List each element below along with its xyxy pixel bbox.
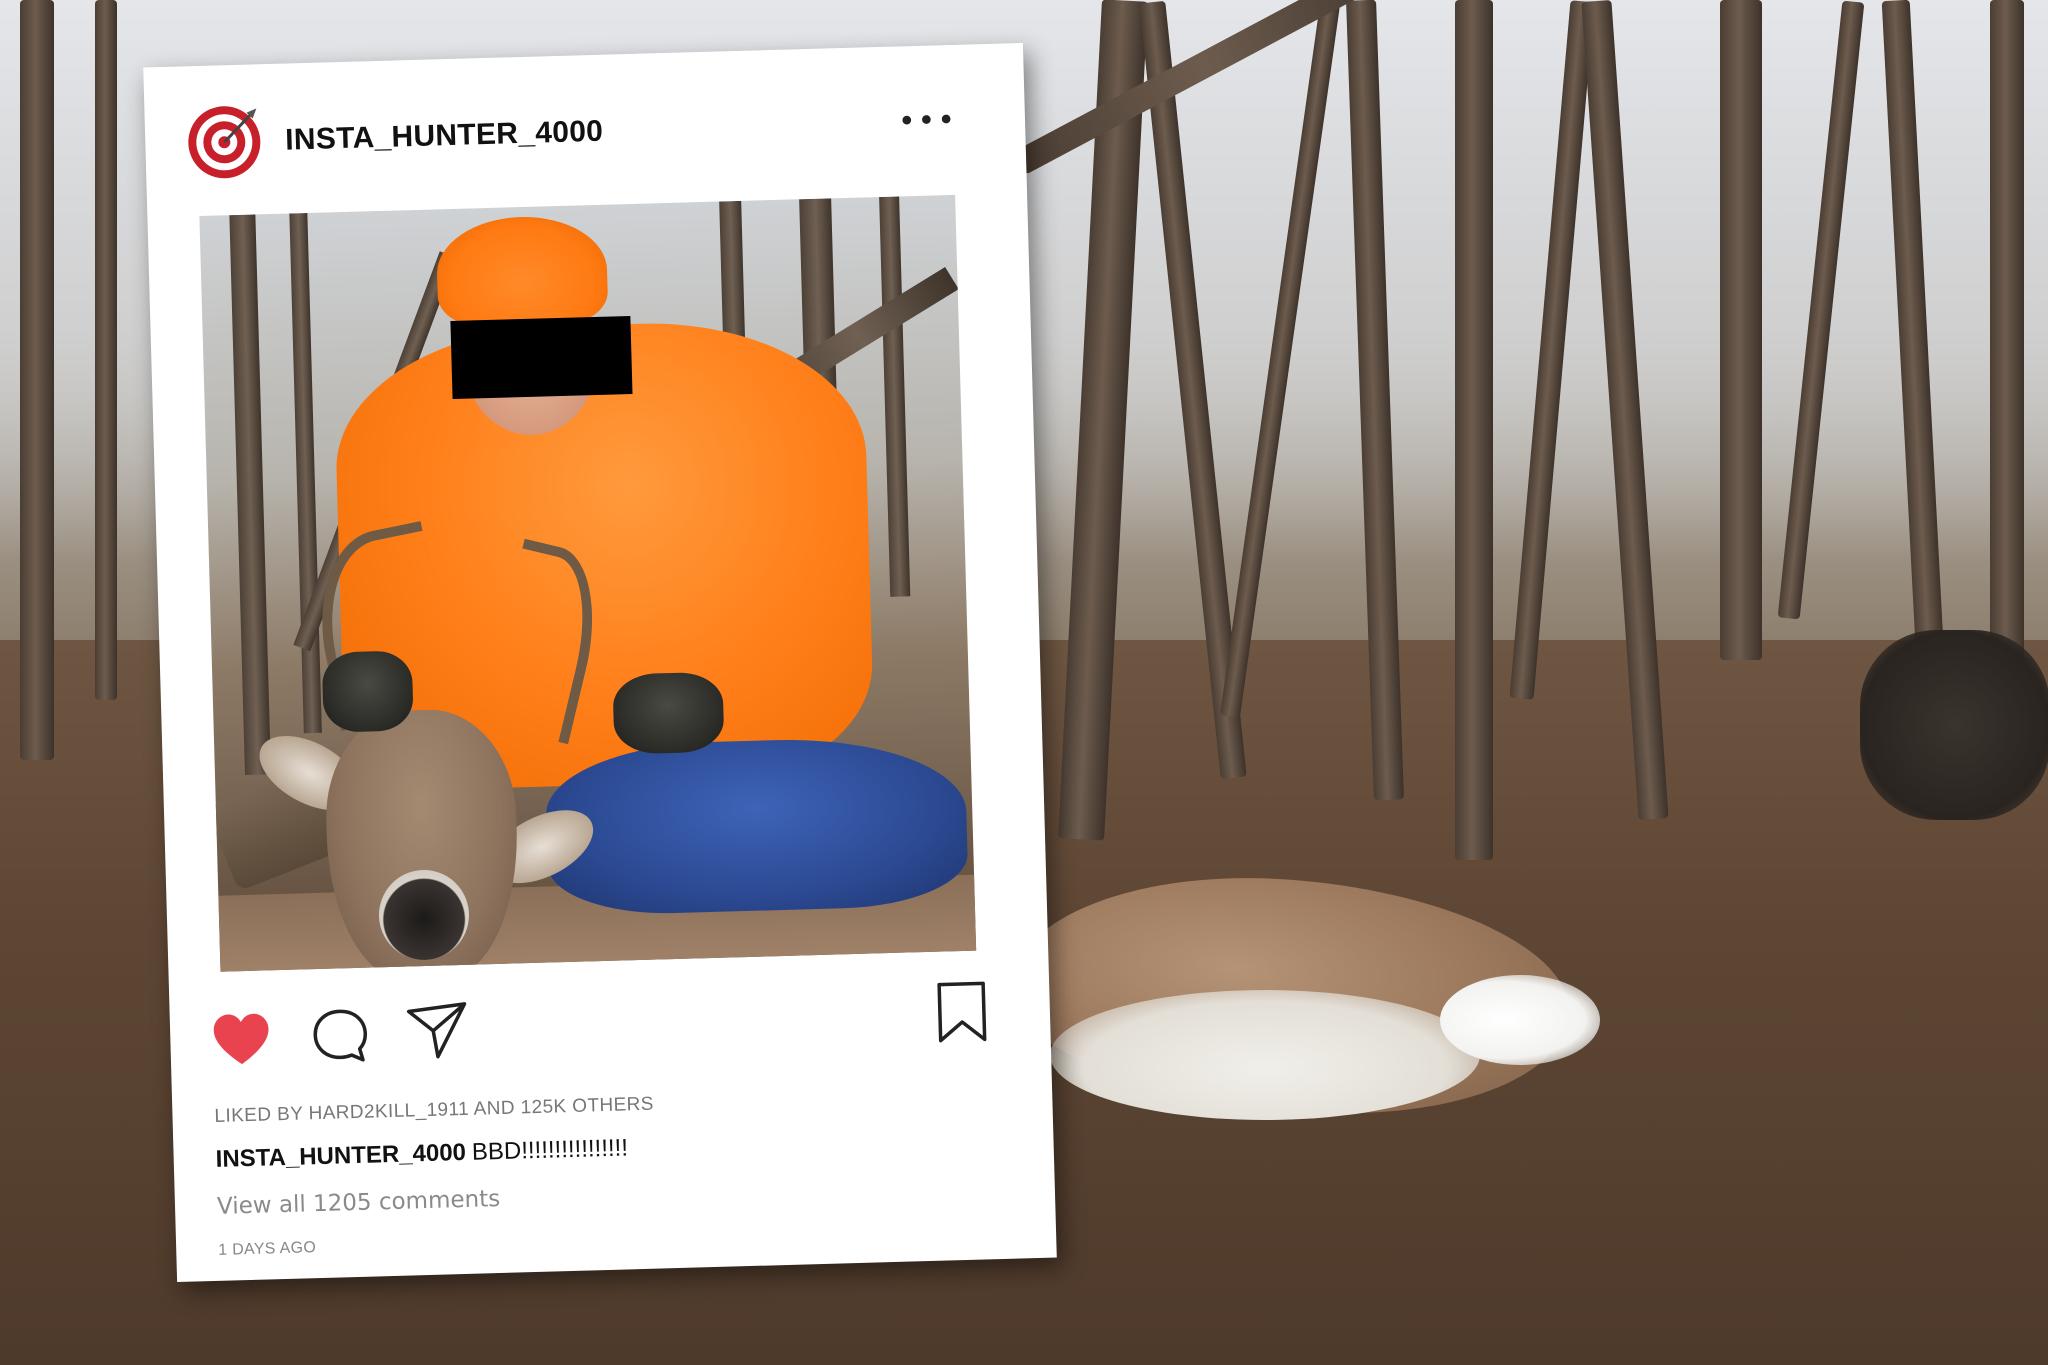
tree-stump [1860, 630, 2048, 820]
hunter-orange-hat [435, 214, 609, 330]
caption-username[interactable]: INSTA_HUNTER_4000 [215, 1139, 466, 1173]
tree-trunk [20, 0, 54, 760]
heart-icon[interactable] [210, 1007, 274, 1071]
tree-trunk [95, 0, 117, 700]
post-photo[interactable] [199, 194, 977, 972]
photo-tree [229, 214, 271, 775]
deer-belly [1050, 990, 1480, 1120]
caption-text: BBD!!!!!!!!!!!!!!!! [471, 1134, 629, 1166]
comment-icon[interactable] [309, 1005, 371, 1067]
post-caption: INSTA_HUNTER_4000 BBD!!!!!!!!!!!!!!!! [215, 1134, 628, 1174]
view-comments-link[interactable]: View all 1205 comments [217, 1186, 501, 1220]
likes-summary[interactable]: LIKED BY HARD2KILL_1911 AND 125K OTHERS [214, 1094, 654, 1128]
deer-tail [1440, 975, 1600, 1065]
target-icon[interactable] [186, 104, 262, 180]
post-timestamp: 1 DAYS AGO [218, 1239, 317, 1259]
paper-plane-icon[interactable] [404, 998, 470, 1064]
hunter-glove [612, 671, 725, 755]
tree-trunk [1720, 0, 1762, 660]
tree-trunk [1990, 0, 2024, 740]
post-username[interactable]: INSTA_HUNTER_4000 [285, 115, 604, 158]
tree-trunk [1455, 0, 1493, 860]
hunter-glove [321, 650, 414, 733]
censor-bar [450, 316, 633, 400]
instagram-post-card: INSTA_HUNTER_4000 ••• LIKED BY HARD2KILL… [143, 42, 1057, 1283]
bookmark-icon[interactable] [933, 979, 991, 1045]
post-header: INSTA_HUNTER_4000 ••• [186, 84, 988, 186]
post-actions-bar [209, 979, 1011, 1081]
photo-tree [289, 212, 322, 734]
photo-tree [879, 196, 911, 597]
more-options-icon[interactable]: ••• [897, 103, 957, 140]
hunter-jeans [544, 734, 969, 917]
